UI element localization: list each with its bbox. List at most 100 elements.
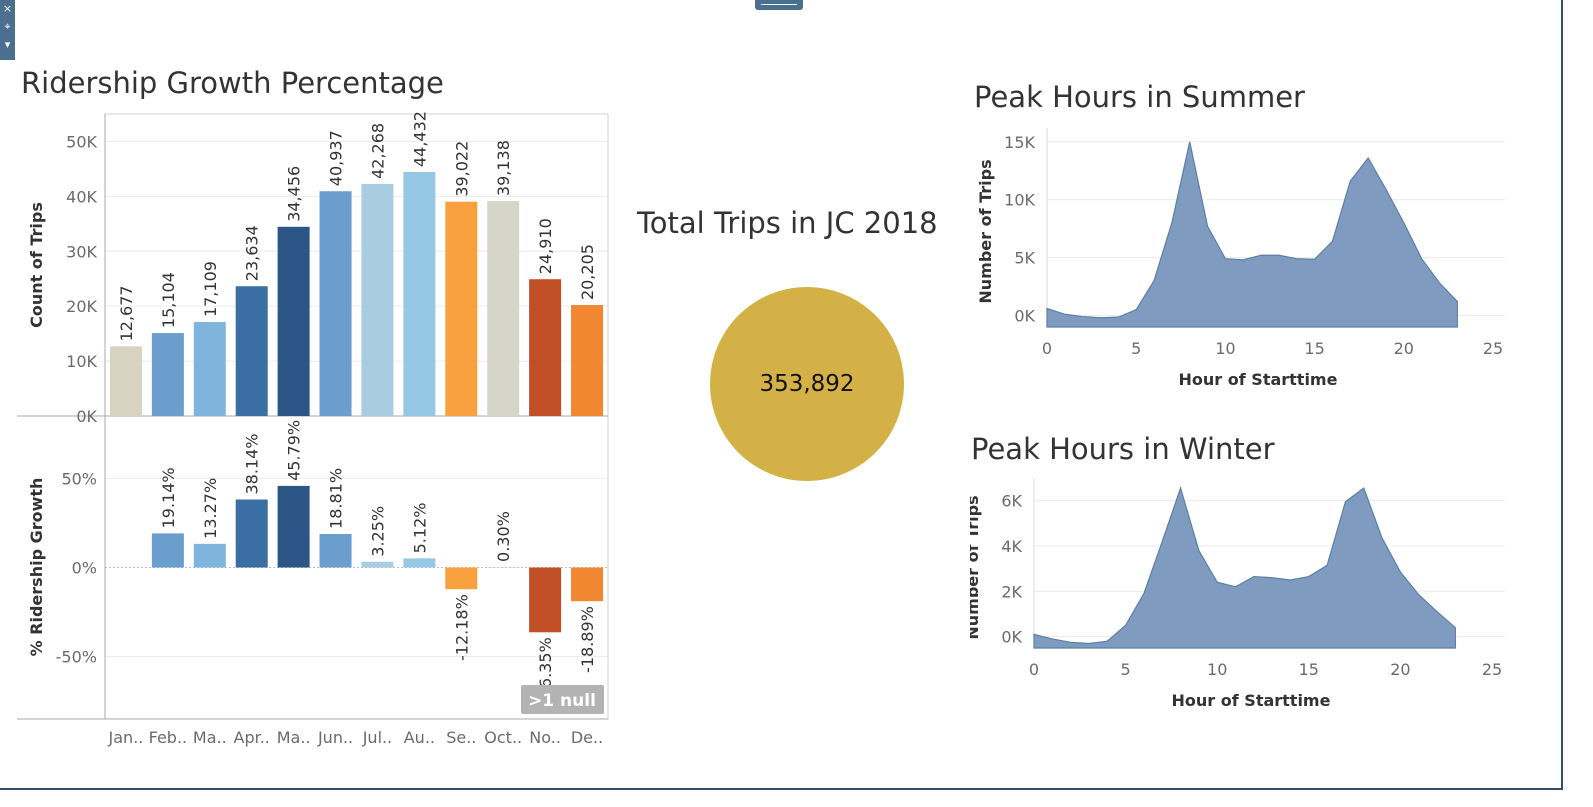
bar-mark[interactable] [529,279,562,416]
close-icon[interactable]: × [0,0,15,18]
y-tick-label: 20K [66,297,97,316]
bar-value-label: 24,910 [536,218,555,274]
bar-value-label: 42,268 [368,123,387,179]
x-tick-label: 10 [1207,660,1227,679]
x-tick-label: Oct.. [484,728,522,747]
bar-value-label: 5.12% [410,503,429,554]
ridership-chart-title: Ridership Growth Percentage [21,66,444,100]
y-axis-label: Number of Trips [976,159,995,303]
bar-mark[interactable] [319,533,352,568]
y-tick-label: -50% [56,648,97,667]
total-trips-circle[interactable]: 353,892 [710,287,904,481]
x-tick-label: Jan.. [108,728,144,747]
x-tick-label: 15 [1299,660,1319,679]
bar-value-label: 39,022 [452,141,471,197]
total-trips-mark[interactable]: 353,892 [710,287,904,481]
y-tick-label: 5K [1014,249,1035,268]
bar-value-label: 38.14% [243,434,262,495]
x-axis-label: Hour of Starttime [1179,370,1338,389]
x-axis-label: Hour of Starttime [1172,691,1331,710]
x-tick-label: Feb.. [149,728,188,747]
chevron-down-icon[interactable]: ▾ [0,36,15,54]
y-tick-label: 50% [61,469,97,488]
area-mark[interactable] [1033,486,1456,649]
bar-mark[interactable] [361,183,394,416]
bar-mark[interactable] [403,172,436,416]
bar-value-label: 34,456 [285,166,304,222]
bar-value-label: 39,138 [494,140,513,196]
bar-mark[interactable] [277,226,310,416]
y-tick-label: 6K [1001,492,1022,511]
y-tick-label: 10K [1004,191,1035,210]
bar-value-label: 0.30% [494,511,513,562]
bar-value-label: 44,432 [410,111,429,167]
y-tick-label: 15K [1004,133,1035,152]
bar-mark[interactable] [361,561,394,568]
bar-value-label: 19.14% [159,467,178,528]
y-axis-label: Number of Trips [970,495,982,639]
bar-value-label: 40,937 [327,130,346,186]
x-tick-label: 0 [1042,339,1052,358]
bar-mark[interactable] [487,201,520,416]
bar-value-label: -18.89% [578,606,597,673]
y-tick-label: 2K [1001,582,1022,601]
bar-mark[interactable] [235,499,268,568]
x-tick-label: Ma.. [277,728,311,747]
bar-value-label: 18.81% [327,468,346,529]
y-tick-label: 30K [66,242,97,261]
bar-mark[interactable] [487,566,520,568]
x-tick-label: De.. [571,728,603,747]
x-tick-label: No.. [529,728,561,747]
y-tick-label: 10K [66,352,97,371]
bar-mark[interactable] [151,533,184,568]
bar-mark[interactable] [277,485,310,568]
bar-value-label: 17,109 [201,261,220,317]
y-tick-label: 4K [1001,537,1022,556]
floating-toolbar[interactable]: × ⌖ ▾ [0,0,15,60]
summer-chart-title: Peak Hours in Summer [974,80,1305,114]
x-tick-label: 10 [1215,339,1235,358]
y-tick-label: 50K [66,132,97,151]
dashboard-border-bottom [0,788,1563,790]
bar-mark[interactable] [445,567,478,590]
bar-value-label: 3.25% [368,506,387,557]
x-tick-label: 5 [1131,339,1141,358]
winter-area-chart: 0K 2K 4K 6K 0 5 10 15 20 25 Hour of Starttime Numbe… [970,479,1505,710]
bar-value-label: -12.18% [452,594,471,661]
bar-mark[interactable] [109,346,142,416]
bar-value-label: 13.27% [201,478,220,539]
bar-mark[interactable] [445,201,478,416]
x-tick-label: Ma.. [193,728,227,747]
bar-mark[interactable] [529,567,562,633]
y-tick-label: 0K [76,407,97,426]
winter-chart-title: Peak Hours in Winter [971,432,1275,466]
bar-mark[interactable] [193,322,226,416]
x-tick-label: Au.. [404,728,435,747]
bar-mark[interactable] [151,333,184,416]
bar-value-label: 45.79% [285,420,304,481]
x-tick-label: Se.. [446,728,476,747]
total-trips-value: 353,892 [759,371,855,397]
bar-value-label: 12,677 [117,285,136,341]
drag-handle[interactable] [755,0,803,10]
bar-mark[interactable] [403,558,436,568]
bar-value-label: 23,634 [243,225,262,281]
x-tick-label: 25 [1482,660,1502,679]
bar-mark[interactable] [571,567,604,602]
total-trips-title: Total Trips in JC 2018 [637,206,938,240]
pin-icon[interactable]: ⌖ [0,18,15,36]
bar-mark[interactable] [571,305,604,416]
x-tick-label: 25 [1483,339,1503,358]
area-mark[interactable] [1046,141,1458,328]
bar-mark[interactable] [193,543,226,568]
x-tick-label: Apr.. [234,728,270,747]
ridership-growth-chart: 0K 10K 20K 30K 40K 50K Count of Trips 12,677 15,… [17,111,609,747]
bar-mark[interactable] [319,191,352,416]
x-tick-label: Jun.. [317,728,353,747]
null-badge[interactable]: >1 null [521,685,604,714]
bar-mark[interactable] [235,286,268,416]
null-badge-label[interactable]: >1 null [528,691,596,711]
y-tick-label: 0K [1014,306,1035,325]
x-tick-label: 0 [1029,660,1039,679]
bar-value-label: 15,104 [159,272,178,328]
